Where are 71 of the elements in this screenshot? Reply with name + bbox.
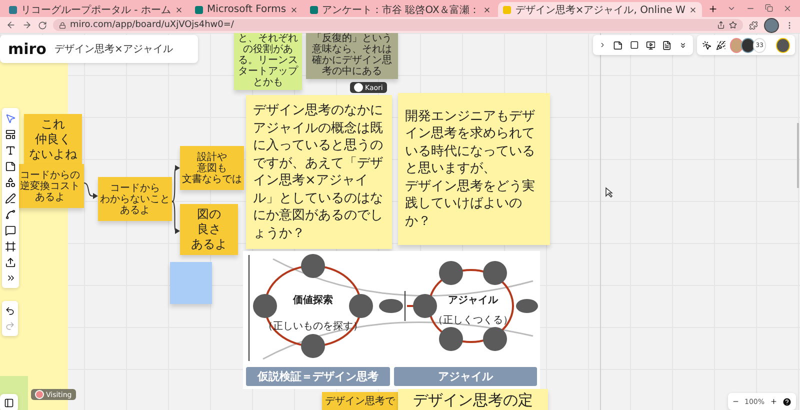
close-icon[interactable] — [689, 6, 698, 14]
close-icon[interactable] — [783, 4, 792, 13]
chevrons-down-icon[interactable] — [679, 40, 687, 50]
browser-tab[interactable]: Microsoft Forms — [190, 2, 304, 17]
lock-icon[interactable] — [59, 22, 66, 28]
text-icon[interactable] — [5, 145, 16, 156]
extension-icon[interactable] — [749, 20, 758, 30]
frame-icon[interactable] — [5, 241, 16, 252]
sticky-note: と、それぞれの役割がある。リーンスタートアップとかも — [234, 33, 302, 90]
sticky-note: デザイン思考のなかにアジャイルの概念は既に入っていると思うのですが、あえて「デザイン思考×アジャイル」としているのはなにか意図があるのでしょうか？ — [246, 95, 392, 250]
address-field[interactable]: miro.com/app/board/uXjVOjs4hw0=/ — [53, 19, 743, 31]
miro-logo[interactable]: miro — [8, 40, 46, 58]
browser-tab[interactable]: アンケート：市谷 聡啓OX＆富瀬： — [305, 2, 496, 17]
restore-icon[interactable] — [765, 4, 773, 12]
more-icon[interactable] — [6, 273, 16, 283]
share-icon[interactable] — [717, 21, 725, 29]
user-avatar — [354, 83, 363, 92]
sticky-note: 図の 良さ あるよ — [180, 204, 238, 255]
undo-icon[interactable] — [5, 306, 15, 316]
chevron-down-icon[interactable] — [727, 4, 736, 13]
pen-icon[interactable] — [5, 193, 16, 204]
sticky-note: コードからの 逆変換コスト あるよ — [16, 164, 84, 208]
browser-tab[interactable]: デザイン思考×アジャイル, Online W — [498, 2, 702, 17]
loop-subtitle: （正しくつくる） — [433, 314, 513, 327]
sticky-note-icon[interactable] — [5, 161, 16, 172]
loop-title: アジャイル — [448, 294, 498, 307]
connector-arrow — [84, 181, 98, 201]
sticky-note-icon[interactable] — [613, 40, 623, 50]
loop-subtitle: （正しいものを探す） — [263, 320, 363, 333]
presentation-icon[interactable] — [646, 40, 656, 50]
document-icon[interactable] — [662, 40, 672, 50]
back-icon[interactable] — [6, 20, 16, 30]
forward-icon[interactable] — [22, 20, 32, 30]
star-icon[interactable] — [729, 21, 737, 29]
party-icon[interactable] — [716, 40, 726, 50]
connector-icon[interactable] — [5, 209, 16, 220]
sticky-note: デザイン思考の定 — [398, 389, 548, 410]
profile-avatar[interactable] — [764, 18, 779, 32]
loop-title: 価値探索 — [293, 294, 333, 307]
pointer-icon[interactable] — [5, 113, 16, 124]
close-icon[interactable] — [483, 6, 492, 14]
template-icon[interactable] — [5, 129, 16, 140]
diagram-banner: 仮説検証＝デザイン思考 — [246, 367, 390, 386]
sticky-note: 開発エンジニアもデザイン思考を求められている時代になっていると思いますが、 デザイン思考をどう実践していけばよいのか？ — [398, 93, 550, 245]
user-avatar[interactable] — [730, 38, 744, 52]
close-icon[interactable] — [174, 6, 183, 14]
scrollbar — [797, 123, 799, 188]
reload-icon[interactable] — [38, 20, 47, 30]
close-icon[interactable] — [290, 6, 298, 14]
chevron-right-icon[interactable] — [599, 41, 606, 49]
zoom-in-icon[interactable] — [770, 397, 778, 406]
sidebar-icon[interactable] — [4, 398, 14, 408]
sticky-note: これ 仲良く ないよね — [24, 114, 82, 165]
board-title[interactable]: デザイン思考×アジャイル — [54, 42, 173, 56]
panel-toggle[interactable] — [0, 394, 18, 410]
user-avatar[interactable] — [741, 38, 755, 52]
frame-icon[interactable] — [630, 40, 639, 50]
comment-icon[interactable] — [5, 225, 16, 236]
help-icon[interactable] — [782, 396, 792, 408]
sticky-note: デザイン思考で — [322, 392, 398, 410]
new-tab-icon[interactable] — [708, 4, 718, 14]
user-avatar[interactable] — [776, 38, 790, 52]
sticky-note: 「反復的」という意味なら、それは確かにデザイン思考の中にある — [306, 33, 398, 79]
upload-icon[interactable] — [5, 257, 16, 268]
diagram-banner: アジャイル — [394, 367, 537, 386]
user-avatar — [35, 390, 44, 399]
browser-tab[interactable]: リコーグループポータル - ホーム — [4, 2, 188, 17]
cursor-icon[interactable] — [702, 40, 712, 50]
sticky-note: コードから わからないこと あるよ — [98, 177, 172, 221]
shapes-icon[interactable] — [5, 177, 16, 188]
sticky-note: 設計や 意図も 文書ならでは — [180, 146, 244, 190]
